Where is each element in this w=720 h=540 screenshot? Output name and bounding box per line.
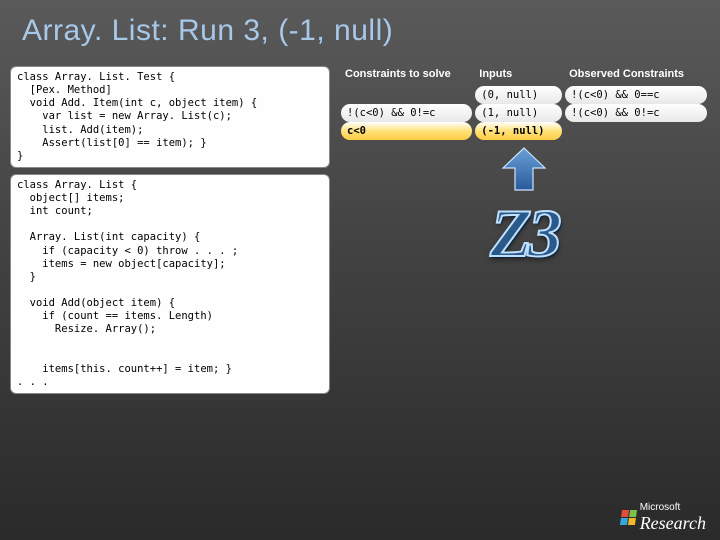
table-row: c<0(-1, null) — [341, 122, 707, 140]
table-header-row: Constraints to solve Inputs Observed Con… — [341, 66, 707, 86]
table-row: !(c<0) && 0!=c(1, null)!(c<0) && 0!=c — [341, 104, 707, 122]
table-cell: (0, null) — [475, 86, 562, 104]
content-area: class Array. List. Test { [Pex. Method] … — [0, 48, 720, 394]
table-cell: !(c<0) && 0==c — [565, 86, 707, 104]
z3-logo: Z3 — [490, 194, 558, 273]
table-cell: (1, null) — [475, 104, 562, 122]
table-cell: !(c<0) && 0!=c — [341, 104, 472, 122]
microsoft-flag-icon — [620, 510, 637, 525]
table-cell — [341, 86, 472, 104]
left-column: class Array. List. Test { [Pex. Method] … — [10, 66, 330, 394]
table-cell — [565, 122, 707, 140]
constraints-table: Constraints to solve Inputs Observed Con… — [338, 66, 710, 140]
page-title: Array. List: Run 3, (-1, null) — [0, 0, 720, 48]
table-cell: c<0 — [341, 122, 472, 140]
right-column: Constraints to solve Inputs Observed Con… — [338, 66, 710, 394]
code-block-class: class Array. List { object[] items; int … — [10, 174, 330, 394]
arrow-up-icon — [499, 146, 549, 192]
table-cell: (-1, null) — [475, 122, 562, 140]
footer-microsoft: Microsoft — [640, 502, 681, 513]
footer-research: Research — [640, 513, 706, 533]
table-cell: !(c<0) && 0!=c — [565, 104, 707, 122]
z3-logo-area: Z3 — [338, 146, 710, 273]
header-observed: Observed Constraints — [565, 66, 707, 86]
table-row: (0, null)!(c<0) && 0==c — [341, 86, 707, 104]
header-constraints: Constraints to solve — [341, 66, 472, 86]
code-block-test: class Array. List. Test { [Pex. Method] … — [10, 66, 330, 168]
footer-brand: Microsoft Research — [621, 501, 706, 534]
header-inputs: Inputs — [475, 66, 562, 86]
